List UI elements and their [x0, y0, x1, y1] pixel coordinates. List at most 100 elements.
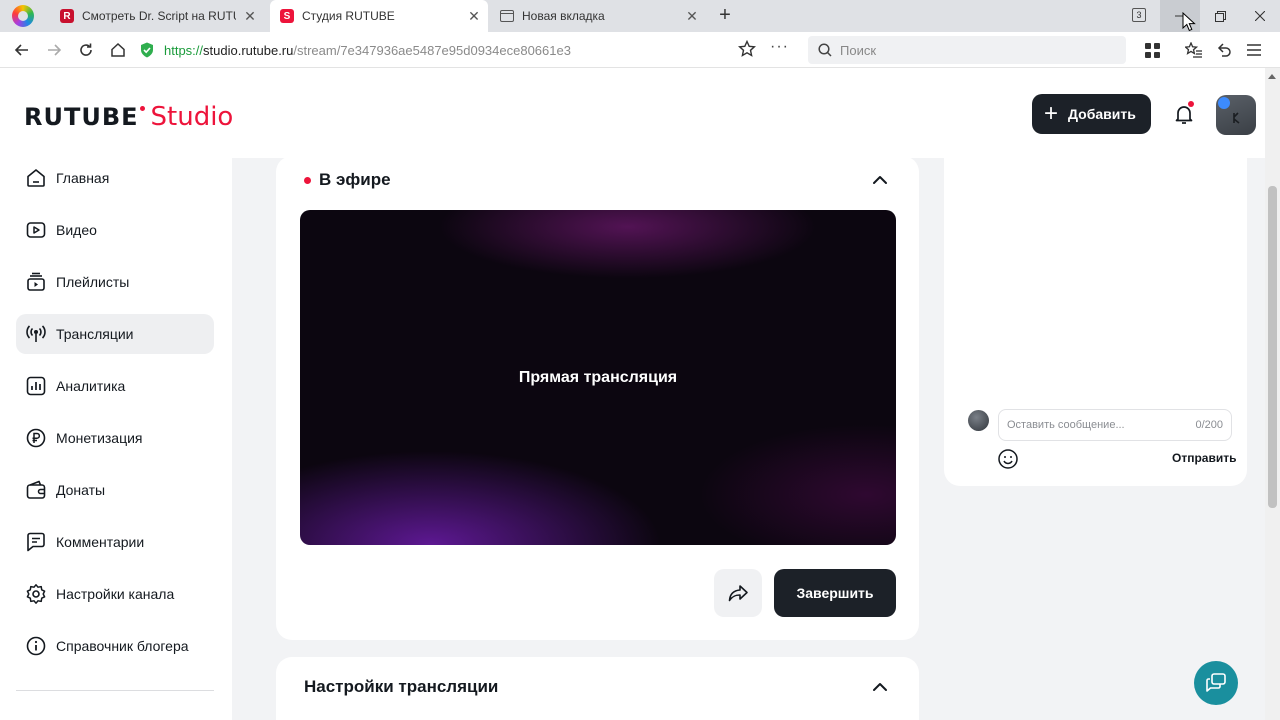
studio-favicon-icon: S — [280, 9, 294, 23]
mouse-cursor-icon — [1182, 12, 1196, 32]
sidebar-item-blogger-guide[interactable]: Справочник блогера — [16, 626, 214, 666]
browser-tab-bar: R Смотреть Dr. Script на RUTUBE ✕ S Студ… — [0, 0, 1280, 32]
browser-logo-icon[interactable] — [12, 5, 34, 27]
menu-icon[interactable] — [1242, 38, 1266, 62]
home-icon — [24, 166, 48, 190]
support-chat-icon — [1206, 673, 1226, 692]
tab-close-icon[interactable]: ✕ — [242, 8, 258, 25]
avatar-status-badge — [1218, 97, 1230, 109]
app-header: RUTUBE Studio + Добавить — [0, 68, 1265, 158]
chat-panel: Оставить сообщение... 0/200 Отправить — [944, 156, 1247, 486]
plus-icon: + — [1044, 100, 1059, 127]
sidebar-item-label: Донаты — [56, 482, 106, 498]
chat-message-input[interactable]: Оставить сообщение... 0/200 — [998, 409, 1232, 441]
logo-dot-icon — [139, 106, 145, 111]
sidebar-item-broadcasts[interactable]: Трансляции — [16, 314, 214, 354]
info-icon — [24, 634, 48, 658]
tab-close-icon[interactable]: ✕ — [466, 8, 482, 25]
url-scheme: https:// — [164, 42, 204, 58]
notification-dot — [1188, 101, 1194, 107]
url-path: /stream/7e347936ae5487e95d0934ece80661e3 — [293, 42, 571, 58]
chevron-up-icon[interactable] — [870, 677, 890, 697]
url-host: studio.rutube.ru — [203, 42, 294, 58]
broadcast-icon — [24, 322, 48, 346]
sidebar-item-label: Аналитика — [56, 378, 126, 394]
more-options-icon[interactable]: ··· — [770, 38, 789, 56]
scroll-up-arrow-icon[interactable] — [1268, 74, 1276, 79]
live-section-title: В эфире — [304, 170, 391, 190]
address-bar[interactable]: https://studio.rutube.ru/stream/7e347936… — [140, 37, 800, 63]
sidebar-divider — [16, 690, 214, 691]
forward-button[interactable] — [42, 38, 66, 62]
sidebar-item-label: Трансляции — [56, 326, 134, 342]
restore-button[interactable] — [1200, 0, 1240, 32]
search-placeholder: Поиск — [840, 42, 877, 58]
scroll-thumb[interactable] — [1268, 186, 1277, 508]
tab-title: Новая вкладка — [522, 9, 605, 23]
rutube-studio-logo[interactable]: RUTUBE Studio — [24, 102, 233, 132]
back-button[interactable] — [10, 38, 34, 62]
live-title-text: В эфире — [319, 170, 391, 189]
emoji-icon[interactable] — [997, 448, 1019, 470]
search-icon — [818, 43, 832, 57]
new-tab-button[interactable]: + — [714, 5, 736, 27]
live-indicator-dot — [304, 176, 311, 184]
logo-studio-text: Studio — [150, 102, 234, 132]
sidebar-item-label: Главная — [56, 170, 110, 186]
stream-preview-player[interactable]: Прямая трансляция — [300, 210, 896, 545]
home-button[interactable] — [106, 38, 130, 62]
sidebar-item-channel-settings[interactable]: Настройки канала — [16, 574, 214, 614]
chevron-up-icon[interactable] — [870, 170, 890, 190]
chat-user-avatar — [968, 410, 989, 431]
chat-input-placeholder: Оставить сообщение... — [1007, 419, 1125, 431]
sidebar-item-label: Видео — [56, 222, 97, 238]
sidebar-item-analytics[interactable]: Аналитика — [16, 366, 214, 406]
player-label: Прямая трансляция — [518, 368, 678, 386]
sidebar-item-video[interactable]: Видео — [16, 210, 214, 250]
support-chat-button[interactable] — [1194, 661, 1238, 705]
comment-icon — [24, 530, 48, 554]
share-icon — [728, 585, 748, 602]
close-window-button[interactable] — [1240, 0, 1280, 32]
video-icon — [24, 218, 48, 242]
wallet-icon — [24, 478, 48, 502]
sidebar-item-label: Справочник блогера — [56, 638, 189, 654]
sidebar-item-playlists[interactable]: Плейлисты — [16, 262, 214, 302]
bookmark-star-icon[interactable] — [737, 39, 757, 63]
add-button[interactable]: + Добавить — [1032, 94, 1151, 134]
tab-rutube-studio[interactable]: S Студия RUTUBE ✕ — [270, 0, 488, 32]
settings-title: Настройки трансляции — [304, 677, 499, 696]
add-button-label: Добавить — [1068, 106, 1136, 122]
live-broadcast-card: В эфире Прямая трансляция Завершить — [276, 156, 919, 640]
sidebar: Главная Видео Плейлисты Трансляции Анали… — [0, 158, 232, 720]
tab-new-tab[interactable]: Новая вкладка ✕ — [492, 0, 706, 32]
secure-shield-icon — [141, 42, 153, 58]
tab-title: Студия RUTUBE — [302, 9, 395, 23]
sidebar-item-home[interactable]: Главная — [16, 158, 214, 198]
page-scrollbar[interactable] — [1265, 68, 1280, 720]
tab-rutube-watch[interactable]: R Смотреть Dr. Script на RUTUBE ✕ — [52, 0, 264, 32]
tabs-count-badge[interactable]: 3 — [1132, 8, 1146, 22]
sidebar-item-label: Плейлисты — [56, 274, 130, 290]
chat-char-counter: 0/200 — [1195, 419, 1223, 431]
collections-grid-icon[interactable] — [1140, 38, 1164, 62]
finish-stream-button[interactable]: Завершить — [774, 569, 896, 617]
favorites-icon[interactable] — [1182, 38, 1206, 62]
undo-icon[interactable] — [1212, 38, 1236, 62]
reload-button[interactable] — [74, 38, 98, 62]
playlist-icon — [24, 270, 48, 294]
share-button[interactable] — [714, 569, 762, 617]
sidebar-item-label: Комментарии — [56, 534, 145, 550]
tab-close-icon[interactable]: ✕ — [684, 8, 700, 25]
rutube-favicon-icon: R — [60, 9, 74, 23]
browser-search-box[interactable]: Поиск — [808, 36, 1126, 64]
browser-nav-bar: https://studio.rutube.ru/stream/7e347936… — [0, 32, 1280, 68]
rutube-studio-app: RUTUBE Studio + Добавить Главная Видео П… — [0, 68, 1280, 720]
logo-rutube-text: RUTUBE — [24, 103, 139, 131]
chat-send-button[interactable]: Отправить — [1172, 451, 1236, 465]
sidebar-item-monetization[interactable]: Монетизация — [16, 418, 214, 458]
tab-title: Смотреть Dr. Script на RUTUBE — [82, 9, 236, 23]
sidebar-item-comments[interactable]: Комментарии — [16, 522, 214, 562]
sidebar-item-donations[interactable]: Донаты — [16, 470, 214, 510]
new-tab-favicon-icon — [500, 9, 514, 23]
